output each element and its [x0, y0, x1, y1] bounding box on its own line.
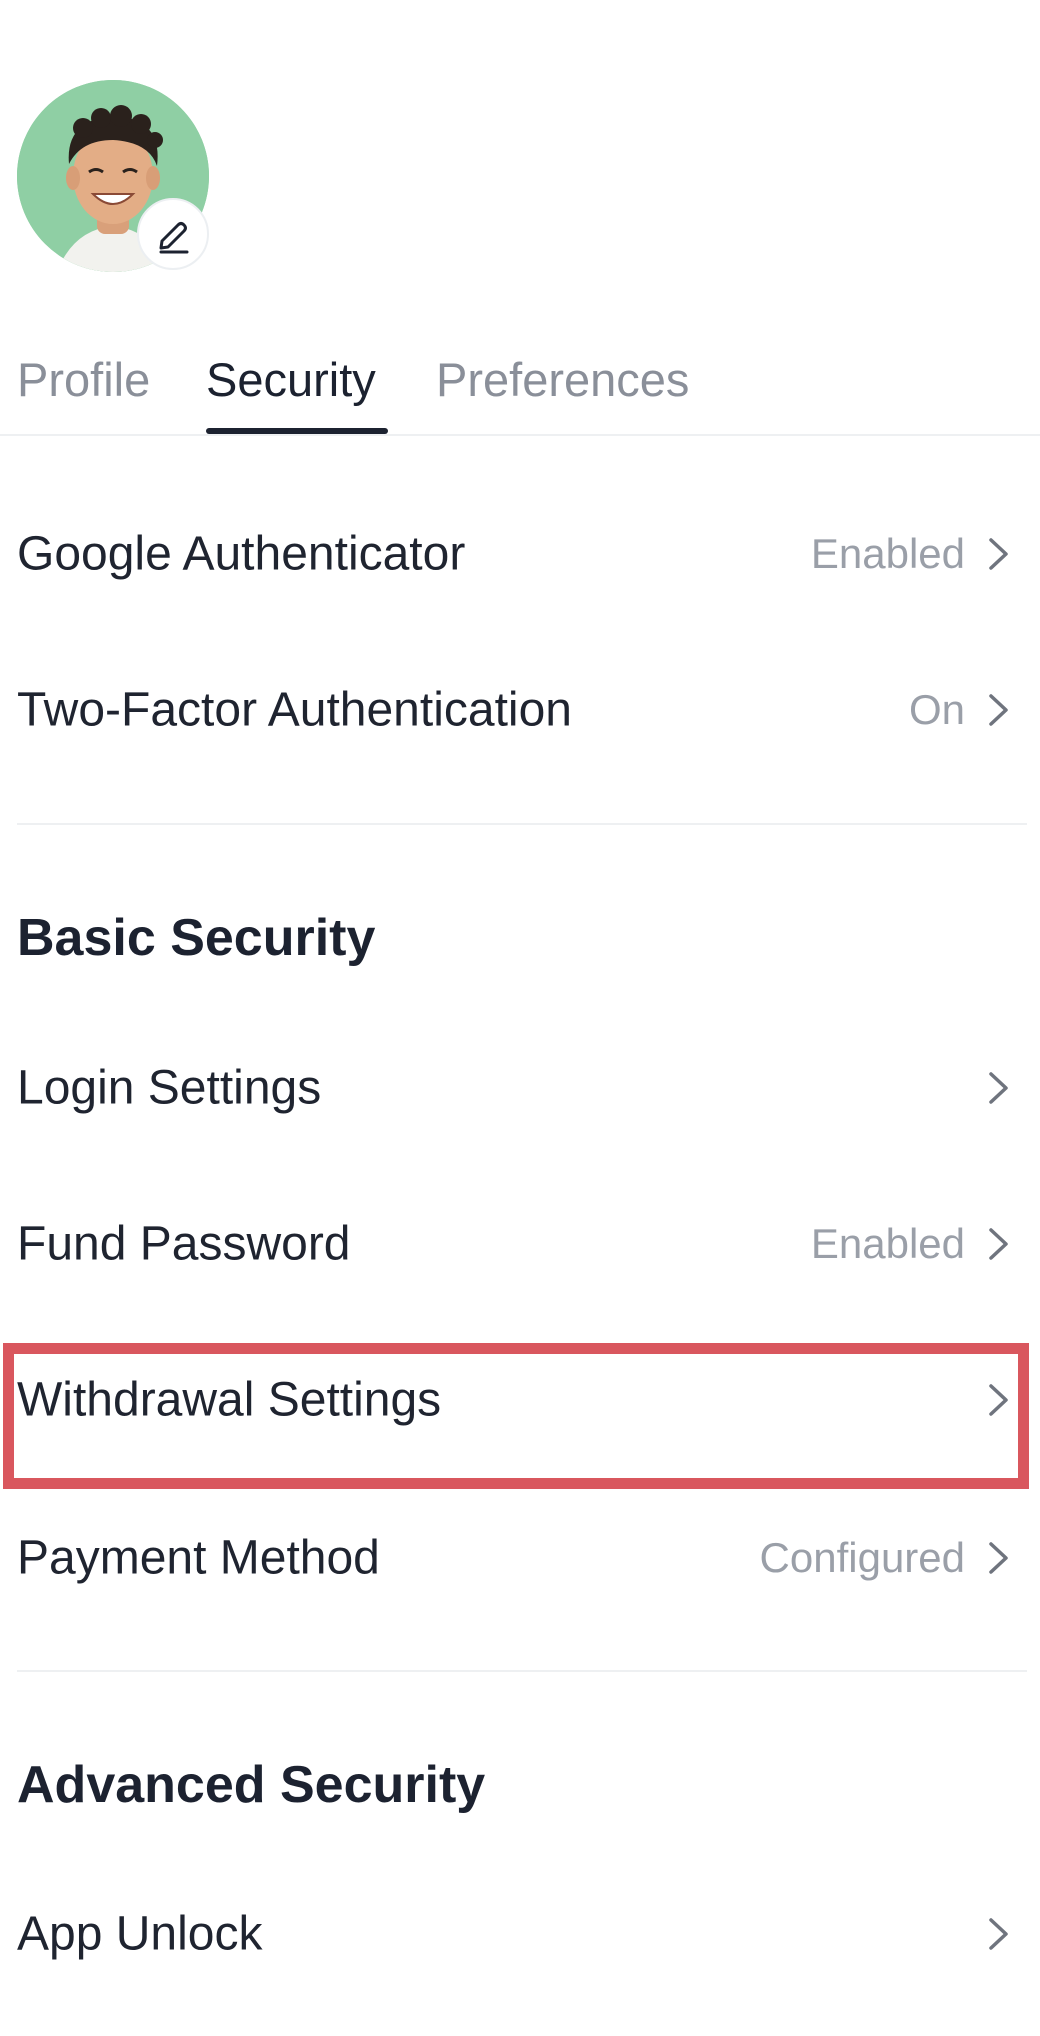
security-settings-page: Profile Security Preferences Google Auth… [0, 0, 1040, 2036]
row-payment-method[interactable]: Payment Method Configured [0, 1480, 1040, 1636]
chevron-right-icon [989, 538, 1008, 570]
edit-avatar-button[interactable] [137, 198, 209, 270]
section-title-basic-security: Basic Security [17, 909, 376, 967]
chevron-right-icon [989, 1542, 1008, 1574]
row-label: Two-Factor Authentication [17, 683, 572, 737]
row-label: Withdrawal Settings [17, 1373, 442, 1427]
chevron-right-icon [989, 1228, 1008, 1260]
row-status: Configured [759, 1534, 965, 1581]
row-google-authenticator[interactable]: Google Authenticator Enabled [0, 476, 1040, 632]
tab-security[interactable]: Security [206, 352, 376, 408]
row-status: Enabled [810, 1220, 965, 1267]
row-fund-password[interactable]: Fund Password Enabled [0, 1166, 1040, 1322]
section-divider [17, 1670, 1027, 1672]
avatar-container [17, 80, 209, 272]
row-status: Enabled [810, 530, 965, 577]
settings-tabs: Profile Security Preferences [0, 340, 1040, 436]
row-label: Login Settings [17, 1061, 322, 1115]
tab-profile[interactable]: Profile [17, 352, 150, 408]
active-tab-indicator [206, 428, 388, 434]
row-login-settings[interactable]: Login Settings [0, 1010, 1040, 1166]
section-divider [17, 823, 1027, 825]
pencil-icon [159, 222, 189, 254]
row-status: On [908, 686, 965, 733]
row-label: Payment Method [17, 1531, 380, 1585]
chevron-right-icon [989, 694, 1008, 726]
row-label: App Unlock [17, 1907, 263, 1961]
tab-preferences[interactable]: Preferences [436, 352, 689, 408]
chevron-right-icon [989, 1384, 1008, 1416]
row-withdrawal-settings[interactable]: Withdrawal Settings [0, 1322, 1040, 1478]
chevron-right-icon [989, 1072, 1008, 1104]
row-two-factor-authentication[interactable]: Two-Factor Authentication On [0, 632, 1040, 788]
chevron-right-icon [989, 1918, 1008, 1950]
row-app-unlock[interactable]: App Unlock [0, 1856, 1040, 2012]
row-label: Fund Password [17, 1217, 351, 1271]
section-title-advanced-security: Advanced Security [17, 1756, 486, 1814]
row-label: Google Authenticator [17, 527, 466, 581]
